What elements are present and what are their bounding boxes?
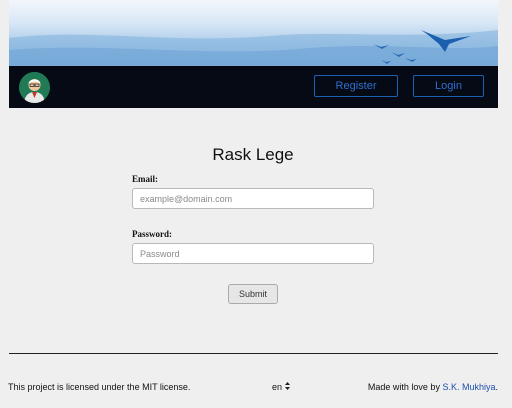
email-label: Email: (132, 174, 158, 184)
credit-text: Made with love by S.K. Mukhiya. (368, 382, 498, 392)
author-link[interactable]: S.K. Mukhiya (442, 382, 495, 392)
banner-image (9, 0, 498, 66)
credit-prefix: Made with love by (367, 382, 443, 392)
license-text: This project is licensed under the MIT l… (8, 382, 191, 392)
login-button[interactable]: Login (413, 75, 484, 97)
sky-birds-illustration (9, 30, 498, 66)
language-select[interactable]: en (272, 382, 291, 392)
password-field[interactable] (132, 243, 374, 264)
password-label: Password: (132, 229, 172, 239)
credit-suffix: . (495, 382, 498, 392)
navbar: Register Login (9, 66, 498, 108)
register-button[interactable]: Register (314, 75, 398, 97)
page-title: Rask Lege (212, 145, 294, 164)
submit-button[interactable]: Submit (228, 284, 278, 304)
user-avatar-icon[interactable] (19, 72, 50, 103)
email-field[interactable] (132, 188, 374, 209)
language-value: en (272, 382, 283, 392)
up-down-chevron-icon (285, 382, 291, 392)
footer-divider (9, 353, 498, 354)
